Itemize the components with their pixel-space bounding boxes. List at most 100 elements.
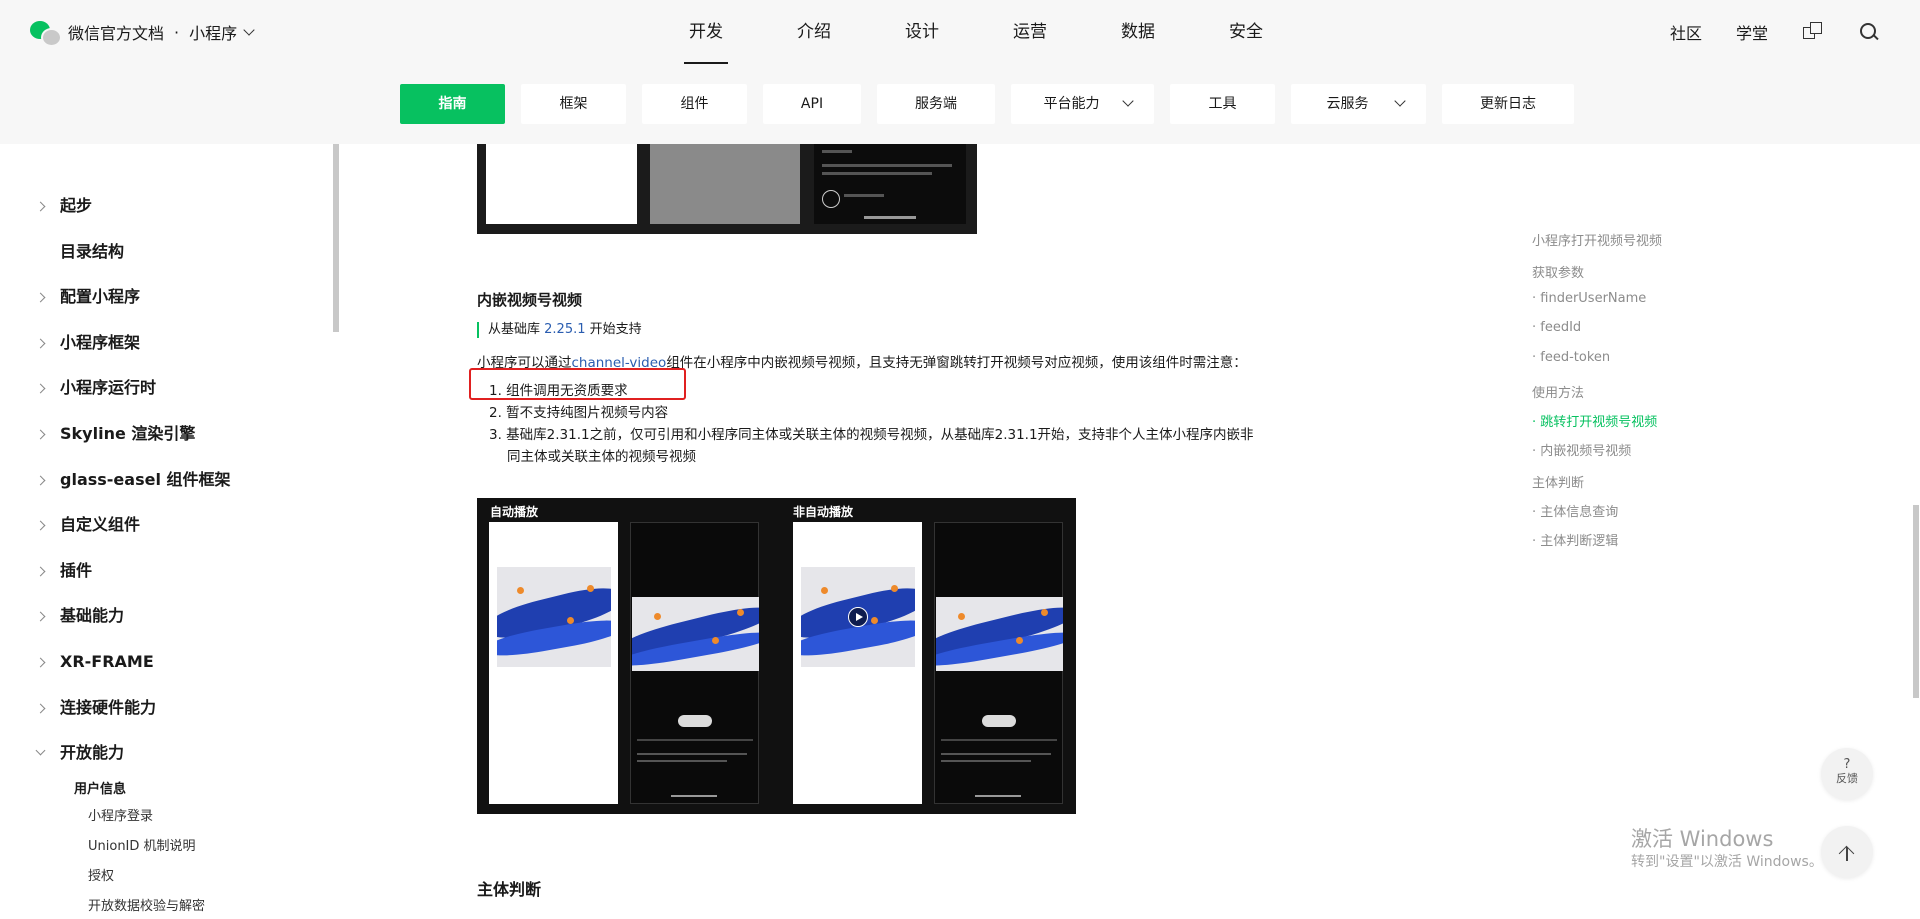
nav-item-security[interactable]: 安全 [1192, 0, 1300, 64]
sidebar-item-label: 目录结构 [60, 242, 125, 261]
product-switcher[interactable]: 小程序 [189, 20, 255, 44]
chevron-right-icon [35, 292, 46, 303]
nav-item-intro[interactable]: 介绍 [760, 0, 868, 64]
page-scrollbar[interactable] [1913, 505, 1919, 698]
sidebar-scrollbar[interactable] [333, 144, 339, 332]
support-note: 从基础库 2.25.1 开始支持 [477, 322, 642, 338]
sidebar-item-config[interactable]: 配置小程序 [35, 285, 141, 309]
sidebar-item-label: 配置小程序 [60, 287, 141, 306]
sub-navigation-bar: 指南 框架 组件 API 服务端 平台能力 工具 云服务 更新日志 [0, 64, 1920, 144]
list-item: 2. 暂不支持纯图片视频号内容 [489, 405, 669, 421]
chevron-right-icon [35, 657, 46, 668]
sidebar-item-label: 开放能力 [60, 743, 125, 762]
miniprogram-code-icon[interactable] [1802, 21, 1824, 43]
tab-platform-capability-label: 平台能力 [1043, 96, 1100, 112]
tab-tools[interactable]: 工具 [1170, 84, 1275, 124]
sidebar-item-runtime[interactable]: 小程序运行时 [35, 376, 157, 400]
toc-item[interactable]: 主体判断 [1532, 472, 1584, 491]
chevron-right-icon [35, 703, 46, 714]
phone-mockup [793, 522, 922, 804]
nav-item-develop[interactable]: 开发 [652, 0, 760, 64]
phone-mockup [934, 522, 1063, 804]
chevron-right-icon [35, 520, 46, 531]
toc-item[interactable]: 获取参数 [1532, 262, 1584, 281]
academy-link[interactable]: 学堂 [1736, 20, 1768, 44]
sidebar-item-open-capability[interactable]: 开放能力 [35, 741, 125, 765]
sidebar-subitem-decrypt[interactable]: 开放数据校验与解密 [88, 895, 205, 914]
sidebar-item-label: 小程序运行时 [60, 378, 157, 397]
highlight-box [469, 368, 686, 400]
top-navigation-bar: 微信官方文档 · 小程序 开发 介绍 设计 运营 数据 安全 社区 学堂 [0, 0, 1920, 64]
tab-components[interactable]: 组件 [642, 84, 747, 124]
sidebar-item-framework[interactable]: 小程序框架 [35, 331, 140, 355]
search-icon[interactable] [1858, 21, 1880, 43]
demo-image: 自动播放 非自动播放 [477, 498, 1076, 814]
tab-server[interactable]: 服务端 [877, 84, 995, 124]
phone-mockup [489, 522, 618, 804]
chevron-right-icon [35, 611, 46, 622]
toc-item[interactable]: · finderUserName [1532, 291, 1646, 306]
brand[interactable]: 微信官方文档 · 小程序 [30, 18, 255, 47]
sidebar-item-plugins[interactable]: 插件 [35, 559, 93, 583]
sidebar-item-label: 自定义组件 [60, 515, 141, 534]
nav-item-design[interactable]: 设计 [868, 0, 976, 64]
sidebar-group-user-info[interactable]: 用户信息 [74, 778, 126, 797]
toc-item[interactable]: · 内嵌视频号视频 [1532, 440, 1631, 459]
sidebar-item-label: XR-FRAME [60, 652, 154, 671]
chevron-right-icon [35, 429, 46, 440]
chevron-right-icon [35, 201, 46, 212]
tab-changelog[interactable]: 更新日志 [1442, 84, 1574, 124]
toc-item[interactable]: · 主体信息查询 [1532, 501, 1618, 520]
sidebar-item-glass-easel[interactable]: glass-easel 组件框架 [35, 468, 231, 492]
product-label: 小程序 [189, 24, 238, 43]
tab-framework[interactable]: 框架 [521, 84, 626, 124]
sidebar-item-label: 插件 [60, 561, 93, 580]
tab-platform-capability[interactable]: 平台能力 [1011, 84, 1154, 124]
wechat-logo-icon [30, 19, 62, 47]
feedback-button[interactable]: ? 反馈 [1821, 748, 1873, 800]
toc-item-active[interactable]: · 跳转打开视频号视频 [1532, 411, 1657, 430]
sidebar-item-skyline[interactable]: Skyline 渲染引擎 [35, 422, 196, 446]
sidebar-item-getting-started[interactable]: 起步 [35, 194, 93, 218]
right-nav: 社区 学堂 [1636, 0, 1880, 64]
video-thumbnail [801, 567, 915, 667]
play-icon [848, 607, 868, 627]
left-sidebar: 起步 目录结构 配置小程序 小程序框架 小程序运行时 Skyline 渲染引擎 … [0, 144, 340, 919]
sidebar-item-hardware[interactable]: 连接硬件能力 [35, 696, 156, 720]
tab-guide[interactable]: 指南 [400, 84, 505, 124]
tab-api[interactable]: API [763, 84, 861, 124]
toc-item[interactable]: · feedId [1532, 320, 1581, 335]
feedback-label: 反馈 [1836, 772, 1858, 785]
screenshot-image-top [477, 144, 977, 234]
chevron-down-icon [1394, 95, 1406, 107]
toc-item[interactable]: 使用方法 [1532, 382, 1584, 401]
section-heading-embedded-video: 内嵌视频号视频 [477, 291, 583, 309]
nav-item-operation[interactable]: 运营 [976, 0, 1084, 64]
toc-item[interactable]: 小程序打开视频号视频 [1532, 230, 1662, 249]
para-suffix: 组件在小程序中内嵌视频号视频，且支持无弹窗跳转打开视频号对应视频，使用该组件时需… [666, 355, 1247, 371]
main-content: 内嵌视频号视频 从基础库 2.25.1 开始支持 小程序可以通过channel-… [340, 144, 1500, 919]
community-link[interactable]: 社区 [1670, 20, 1702, 44]
tab-cloud-service-label: 云服务 [1326, 96, 1369, 112]
sidebar-item-xr-frame[interactable]: XR-FRAME [35, 650, 154, 674]
section-heading-entity: 主体判断 [477, 880, 542, 899]
sidebar-item-directory-structure[interactable]: 目录结构 [60, 240, 124, 264]
sidebar-item-label: 起步 [60, 196, 93, 215]
chevron-down-icon [1122, 95, 1134, 107]
toc-item[interactable]: · feed-token [1532, 350, 1610, 365]
tab-cloud-service[interactable]: 云服务 [1291, 84, 1426, 124]
sidebar-subitem-login[interactable]: 小程序登录 [88, 805, 153, 824]
back-to-top-button[interactable] [1821, 826, 1873, 878]
video-thumbnail [632, 597, 759, 671]
nav-item-data[interactable]: 数据 [1084, 0, 1192, 64]
demo-label-manual: 非自动播放 [793, 505, 854, 519]
toc-item[interactable]: · 主体判断逻辑 [1532, 530, 1618, 549]
sidebar-item-basic-capability[interactable]: 基础能力 [35, 604, 124, 628]
sidebar-item-label: Skyline 渲染引擎 [60, 424, 196, 443]
brand-title[interactable]: 微信官方文档 [68, 20, 164, 44]
sidebar-item-custom-components[interactable]: 自定义组件 [35, 513, 141, 537]
list-item: 3. 基础库2.31.1之前，仅可引用和小程序同主体或关联主体的视频号视频，从基… [489, 427, 1254, 465]
sidebar-subitem-unionid[interactable]: UnionID 机制说明 [88, 835, 196, 854]
demo-label-autoplay: 自动播放 [490, 505, 539, 519]
sidebar-subitem-authorize[interactable]: 授权 [88, 865, 114, 884]
